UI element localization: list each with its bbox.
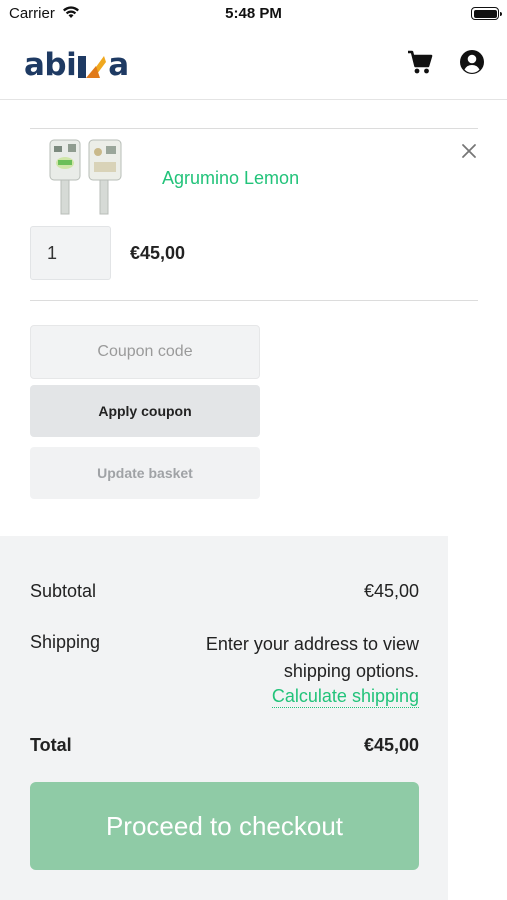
proceed-to-checkout-button[interactable]: Proceed to checkout [30,782,419,870]
shipping-info-text: Enter your address to view shipping opti… [205,634,419,681]
subtotal-value: €45,00 [363,581,419,601]
product-name-link[interactable]: Agrumino Lemon [162,168,299,189]
cart-button[interactable] [406,48,434,76]
site-header: abi a [0,28,507,100]
total-value: €45,00 [363,735,419,755]
account-button[interactable] [458,48,486,76]
account-icon [460,50,484,74]
divider-top [30,128,478,129]
battery-icon [471,7,502,20]
logo-text-left: abi [24,47,77,83]
product-thumbnail[interactable] [44,138,130,216]
product-image [49,139,122,215]
subtotal-label: Subtotal [30,581,97,601]
quantity-input[interactable] [30,226,111,280]
abika-logo[interactable]: abi a [24,48,129,82]
status-bar: Carrier 5:48 PM [0,0,507,28]
logo-text-right: a [108,47,129,83]
divider-bottom [30,300,478,301]
calculate-shipping-link[interactable]: Calculate shipping [271,685,419,708]
logo-mark-icon [78,56,107,78]
close-icon [462,144,476,158]
cart-icon [408,50,433,74]
shipping-label: Shipping [30,632,101,652]
cart-totals-panel: Subtotal €45,00 Shipping Enter your addr… [0,536,448,900]
item-price: €45,00 [130,243,186,263]
coupon-code-input[interactable] [30,325,260,379]
apply-coupon-button[interactable]: Apply coupon [30,385,260,437]
remove-item-button[interactable] [458,140,480,162]
total-label: Total [30,735,72,755]
status-time: 5:48 PM [225,5,282,22]
update-basket-button[interactable]: Update basket [30,447,260,499]
